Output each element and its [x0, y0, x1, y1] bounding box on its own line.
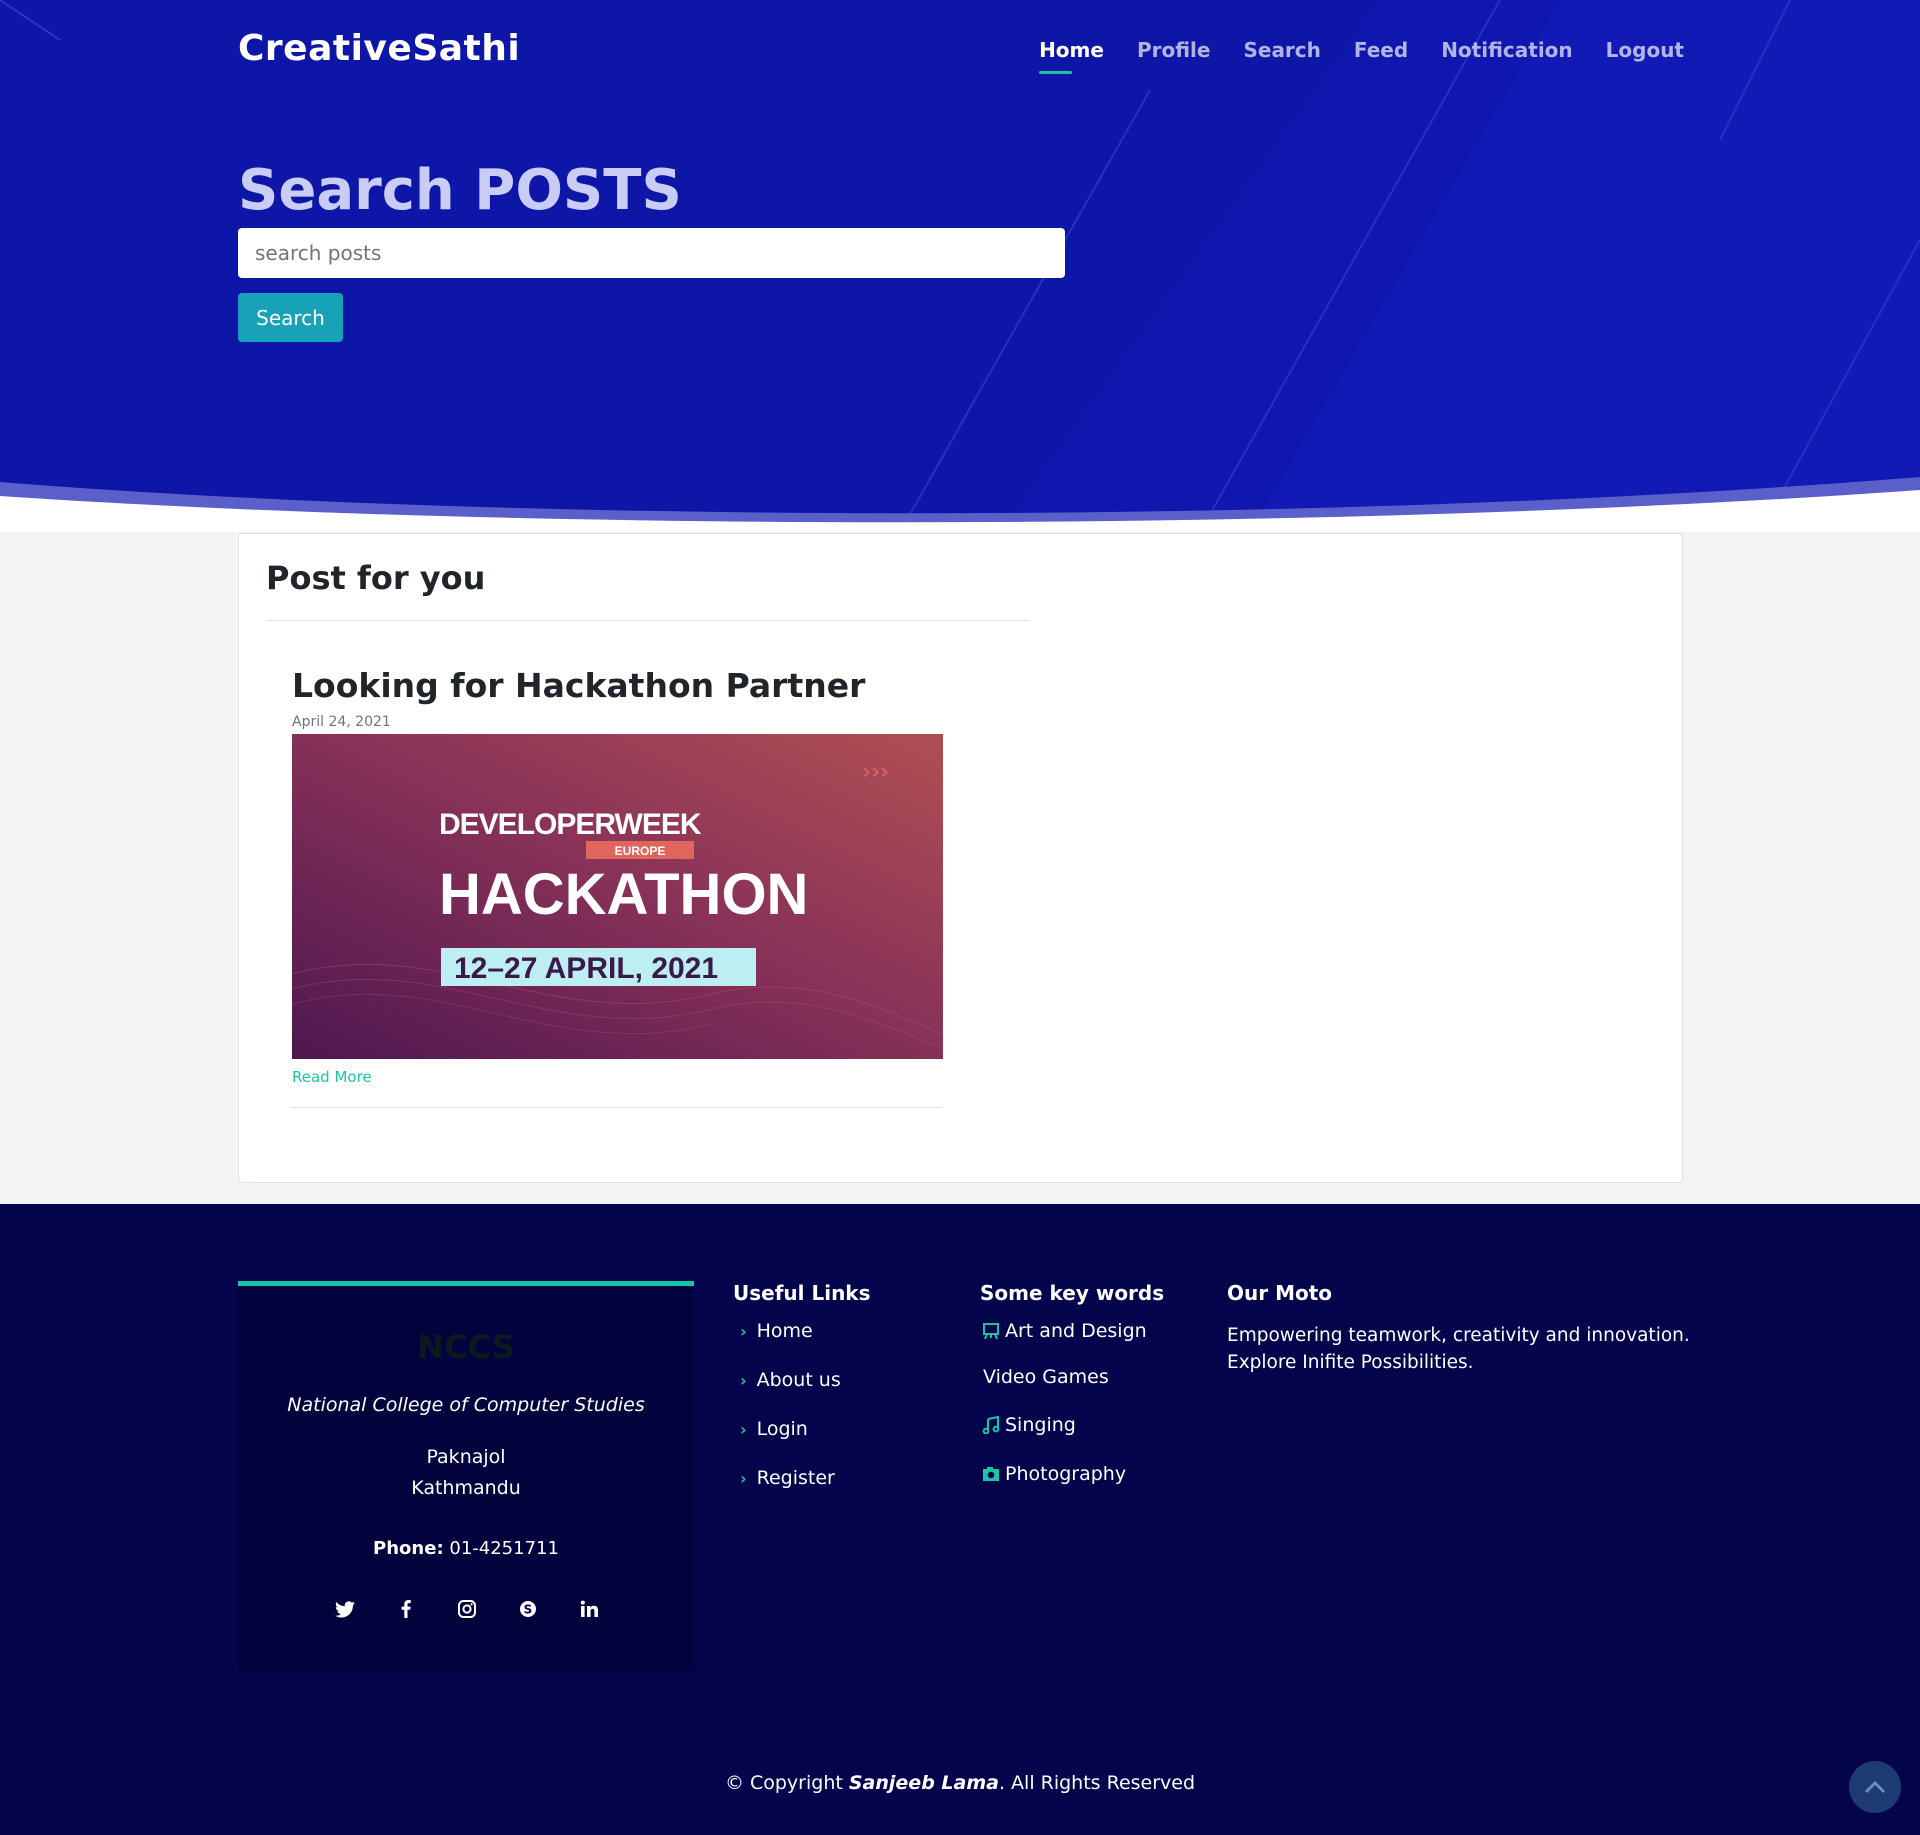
footer-link-label: Login [756, 1418, 808, 1440]
easel-icon [981, 1321, 1001, 1341]
copyright: © Copyright Sanjeeb Lama. All Rights Res… [0, 1772, 1920, 1794]
nav-feed[interactable]: Feed [1354, 38, 1408, 62]
post-card: Post for you Looking for Hackathon Partn… [238, 533, 1683, 1183]
svg-text:S: S [524, 1603, 533, 1617]
copyright-prefix: © Copyright [724, 1772, 843, 1794]
keyword-label: Video Games [983, 1366, 1109, 1388]
footer-link-register[interactable]: › Register [740, 1467, 835, 1489]
music-icon [981, 1415, 1001, 1435]
hero-section: CreativeSathi Home Profile Search Feed N… [0, 0, 1920, 532]
keyword-photography: Photography [981, 1463, 1126, 1485]
contact-box: NCCS National College of Computer Studie… [238, 1281, 694, 1671]
section-divider [266, 620, 1030, 621]
footer-link-home[interactable]: › Home [740, 1320, 813, 1342]
footer-link-label: Home [756, 1320, 813, 1342]
moto-title: Our Moto [1227, 1281, 1333, 1305]
banner-headline: HACKATHON [439, 862, 808, 927]
chevrons-icon: ››› [862, 760, 889, 785]
footer-link-login[interactable]: › Login [740, 1418, 808, 1440]
keywords-title: Some key words [980, 1281, 1165, 1305]
read-more-link[interactable]: Read More [292, 1068, 372, 1086]
section-title: Post for you [266, 559, 486, 597]
phone-number: 01-4251711 [449, 1538, 559, 1559]
main-nav: Home Profile Search Feed Notification Lo… [1006, 38, 1684, 74]
post-image[interactable]: ››› DEVELOPERWEEK EUROPE HACKATHON 12–27… [292, 734, 943, 1059]
facebook-icon[interactable] [393, 1596, 419, 1622]
nav-search[interactable]: Search [1243, 38, 1320, 62]
copyright-name: Sanjeeb Lama [848, 1772, 999, 1794]
address-line-2: Kathmandu [411, 1477, 521, 1499]
chevron-right-icon: › [740, 1468, 747, 1488]
page-title: Search POSTS [238, 158, 682, 223]
keyword-video-games: Video Games [983, 1366, 1109, 1388]
instagram-icon[interactable] [454, 1596, 480, 1622]
hero-wave [0, 477, 1920, 532]
chevron-right-icon: › [740, 1370, 747, 1390]
phone: Phone: 01-4251711 [238, 1538, 694, 1559]
phone-label: Phone: [373, 1538, 444, 1559]
keyword-label: Photography [1005, 1463, 1127, 1485]
footer: NCCS National College of Computer Studie… [0, 1204, 1920, 1835]
chevron-up-icon [1864, 1780, 1886, 1794]
linkedin-icon[interactable] [576, 1596, 602, 1622]
org-name: NCCS [417, 1328, 515, 1366]
useful-links-title: Useful Links [733, 1281, 871, 1305]
twitter-icon[interactable] [332, 1596, 358, 1622]
keyword-label: Art and Design [1005, 1320, 1147, 1342]
nav-home[interactable]: Home [1039, 38, 1104, 74]
nav-profile[interactable]: Profile [1137, 38, 1211, 62]
search-button[interactable]: Search [238, 293, 343, 342]
post-title[interactable]: Looking for Hackathon Partner [292, 666, 865, 705]
address-line-1: Paknajol [426, 1446, 506, 1468]
nav-notification[interactable]: Notification [1441, 38, 1572, 62]
chevron-right-icon: › [740, 1321, 747, 1341]
footer-link-about[interactable]: › About us [740, 1369, 841, 1391]
post-divider [292, 1107, 943, 1108]
hackathon-banner: ››› DEVELOPERWEEK EUROPE HACKATHON 12–27… [292, 734, 943, 1059]
banner-brand: DEVELOPERWEEK [439, 808, 702, 841]
banner-dates: 12–27 APRIL, 2021 [454, 952, 718, 985]
camera-icon [981, 1464, 1001, 1484]
college-name: National College of Computer Studies [287, 1394, 645, 1416]
moto-text: Empowering teamwork, creativity and inno… [1227, 1325, 1690, 1373]
nav-logout[interactable]: Logout [1606, 38, 1684, 62]
footer-link-label: About us [756, 1369, 841, 1391]
copyright-suffix: . All Rights Reserved [998, 1772, 1196, 1794]
chevron-right-icon: › [740, 1419, 747, 1439]
footer-link-label: Register [756, 1467, 835, 1489]
keyword-label: Singing [1005, 1414, 1076, 1436]
search-input[interactable] [238, 228, 1065, 278]
keyword-art-design: Art and Design [981, 1320, 1147, 1342]
keyword-singing: Singing [981, 1414, 1076, 1436]
social-links: S [332, 1596, 602, 1622]
brand-logo[interactable]: CreativeSathi [238, 28, 520, 69]
post-date: April 24, 2021 [292, 714, 391, 730]
banner-sub: EUROPE [615, 844, 666, 858]
skype-icon[interactable]: S [515, 1596, 541, 1622]
back-to-top-button[interactable] [1849, 1761, 1901, 1813]
